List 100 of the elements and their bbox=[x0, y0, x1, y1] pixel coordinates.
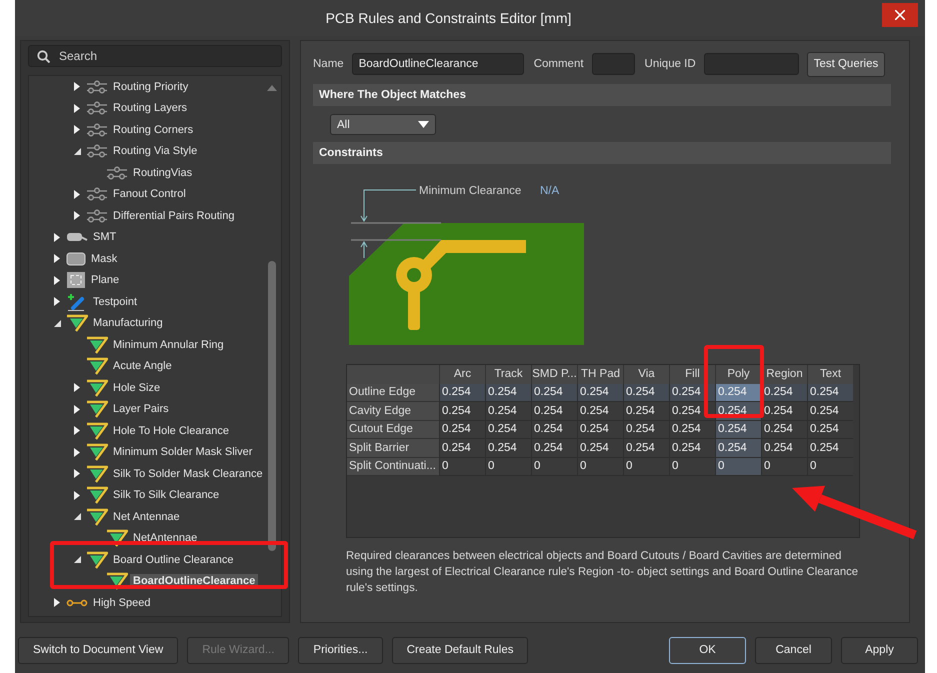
table-cell[interactable]: 0.254 bbox=[669, 439, 715, 458]
tree-item[interactable]: Minimum Solder Mask Sliver bbox=[110, 445, 256, 460]
table-cell[interactable]: 0.254 bbox=[623, 439, 669, 458]
tree-item[interactable]: Testpoint bbox=[90, 294, 140, 309]
table-cell[interactable]: 0.254 bbox=[761, 439, 807, 458]
name-field[interactable]: BoardOutlineClearance bbox=[352, 53, 524, 75]
table-cell[interactable]: 0.254 bbox=[577, 439, 623, 458]
expand-arrow-icon[interactable] bbox=[54, 598, 60, 608]
search-field[interactable]: Search bbox=[28, 45, 282, 67]
tree-item[interactable]: RoutingVias bbox=[130, 166, 196, 180]
expand-arrow-icon[interactable] bbox=[74, 448, 80, 457]
tree-item[interactable]: Differential Pairs Routing bbox=[110, 208, 238, 223]
tree-item[interactable]: Manufacturing bbox=[90, 316, 166, 330]
table-cell[interactable]: 0.254 bbox=[807, 402, 853, 420]
tree-item[interactable]: Fanout Control bbox=[110, 187, 189, 202]
tree-item[interactable]: Plane bbox=[88, 273, 122, 288]
close-button[interactable] bbox=[882, 3, 918, 27]
unique-id-field[interactable] bbox=[704, 53, 799, 75]
table-cell[interactable]: 0.254 bbox=[485, 420, 531, 439]
expand-arrow-icon[interactable] bbox=[74, 104, 80, 113]
tree-item[interactable]: Silk To Silk Clearance bbox=[110, 488, 222, 502]
table-cell[interactable]: 0.254 bbox=[577, 402, 623, 420]
expand-arrow-icon[interactable] bbox=[74, 82, 80, 92]
table-cell[interactable]: 0.254 bbox=[577, 420, 623, 439]
tree-item[interactable]: SMT bbox=[90, 230, 120, 244]
table-cell[interactable]: 0.254 bbox=[485, 384, 531, 402]
table-column-header[interactable]: Region bbox=[761, 365, 807, 384]
table-cell[interactable]: 0.254 bbox=[531, 439, 577, 458]
tree-item[interactable]: Minimum Annular Ring bbox=[110, 338, 227, 352]
collapse-arrow-icon[interactable] bbox=[74, 556, 80, 564]
table-cell[interactable]: 0.254 bbox=[531, 402, 577, 420]
table-column-header[interactable]: SMD P... bbox=[531, 365, 577, 384]
table-cell[interactable]: 0 bbox=[669, 458, 715, 476]
tree-item[interactable]: Board Outline Clearance bbox=[110, 552, 236, 567]
collapse-arrow-icon[interactable] bbox=[74, 148, 80, 155]
table-cell[interactable]: 0.254 bbox=[669, 402, 715, 420]
table-cell[interactable]: 0.254 bbox=[531, 384, 577, 402]
table-cell[interactable]: 0.254 bbox=[531, 420, 577, 439]
table-cell[interactable]: 0.254 bbox=[439, 439, 485, 458]
tree-item[interactable]: Routing Priority bbox=[110, 80, 192, 94]
tree-item[interactable]: Silk To Solder Mask Clearance bbox=[110, 466, 266, 481]
table-column-header[interactable]: Text bbox=[807, 365, 853, 384]
table-cell[interactable]: 0 bbox=[623, 458, 669, 476]
table-cell[interactable]: 0.254 bbox=[715, 384, 761, 402]
table-cell[interactable]: 0.254 bbox=[807, 439, 853, 458]
table-column-header[interactable]: Track bbox=[485, 365, 531, 384]
tree-item[interactable]: Acute Angle bbox=[110, 359, 175, 374]
collapse-arrow-icon[interactable] bbox=[74, 513, 80, 520]
table-cell[interactable]: 0.254 bbox=[485, 439, 531, 458]
table-cell[interactable]: 0.254 bbox=[577, 384, 623, 402]
table-cell[interactable]: 0.254 bbox=[623, 384, 669, 402]
table-column-header[interactable]: Fill bbox=[669, 365, 715, 384]
expand-arrow-icon[interactable] bbox=[74, 190, 80, 199]
footer-button[interactable]: Priorities... bbox=[298, 636, 383, 664]
tree-item[interactable]: Routing Via Style bbox=[110, 144, 200, 158]
expand-arrow-icon[interactable] bbox=[74, 469, 80, 478]
tree-item[interactable]: Hole To Hole Clearance bbox=[110, 424, 232, 438]
tree-item[interactable]: NetAntennae bbox=[130, 531, 200, 546]
table-row-header[interactable]: Split Continuati... bbox=[347, 458, 439, 476]
table-cell[interactable]: 0.254 bbox=[439, 402, 485, 420]
expand-arrow-icon[interactable] bbox=[74, 383, 80, 392]
collapse-arrow-icon[interactable] bbox=[54, 320, 60, 327]
table-column-header[interactable]: TH Pad bbox=[577, 365, 623, 384]
table-row-header[interactable]: Outline Edge bbox=[347, 384, 439, 402]
scroll-up-icon[interactable] bbox=[267, 84, 277, 91]
table-column-header[interactable]: Arc bbox=[439, 365, 485, 384]
test-queries-button[interactable]: Test Queries bbox=[806, 52, 886, 76]
table-cell[interactable]: 0 bbox=[485, 458, 531, 476]
table-cell[interactable]: 0 bbox=[761, 458, 807, 476]
expand-arrow-icon[interactable] bbox=[74, 211, 80, 220]
expand-arrow-icon[interactable] bbox=[74, 490, 80, 500]
table-cell[interactable]: 0.254 bbox=[623, 402, 669, 420]
footer-button[interactable]: Switch to Document View bbox=[18, 636, 178, 664]
expand-arrow-icon[interactable] bbox=[74, 404, 80, 414]
tree-item[interactable]: Layer Pairs bbox=[110, 402, 172, 416]
scope-dropdown[interactable]: All bbox=[330, 114, 436, 135]
dialog-button[interactable]: OK bbox=[669, 636, 746, 664]
expand-arrow-icon[interactable] bbox=[54, 276, 60, 285]
comment-field[interactable] bbox=[592, 53, 635, 75]
tree-item[interactable]: Routing Corners bbox=[110, 122, 196, 137]
dialog-button[interactable]: Cancel bbox=[755, 636, 832, 664]
scrollbar-thumb[interactable] bbox=[268, 261, 276, 551]
table-row-header[interactable]: Cutout Edge bbox=[347, 420, 439, 439]
expand-arrow-icon[interactable] bbox=[54, 297, 60, 306]
table-row-header[interactable]: Cavity Edge bbox=[347, 402, 439, 420]
table-cell[interactable]: 0 bbox=[577, 458, 623, 476]
tree-item[interactable]: Mask bbox=[88, 252, 120, 266]
tree-item[interactable]: Routing Layers bbox=[110, 101, 190, 116]
table-cell[interactable]: 0 bbox=[807, 458, 853, 476]
dialog-button[interactable]: Apply bbox=[841, 636, 918, 664]
table-cell[interactable]: 0.254 bbox=[439, 384, 485, 402]
table-cell[interactable]: 0.254 bbox=[807, 420, 853, 439]
table-cell[interactable]: 0.254 bbox=[485, 402, 531, 420]
table-column-header[interactable]: Via bbox=[623, 365, 669, 384]
table-cell[interactable]: 0 bbox=[531, 458, 577, 476]
expand-arrow-icon[interactable] bbox=[54, 254, 60, 264]
table-cell[interactable]: 0.254 bbox=[807, 384, 853, 402]
table-cell[interactable]: 0.254 bbox=[715, 420, 761, 439]
tree-item[interactable]: Hole Size bbox=[110, 380, 164, 395]
expand-arrow-icon[interactable] bbox=[74, 426, 80, 436]
